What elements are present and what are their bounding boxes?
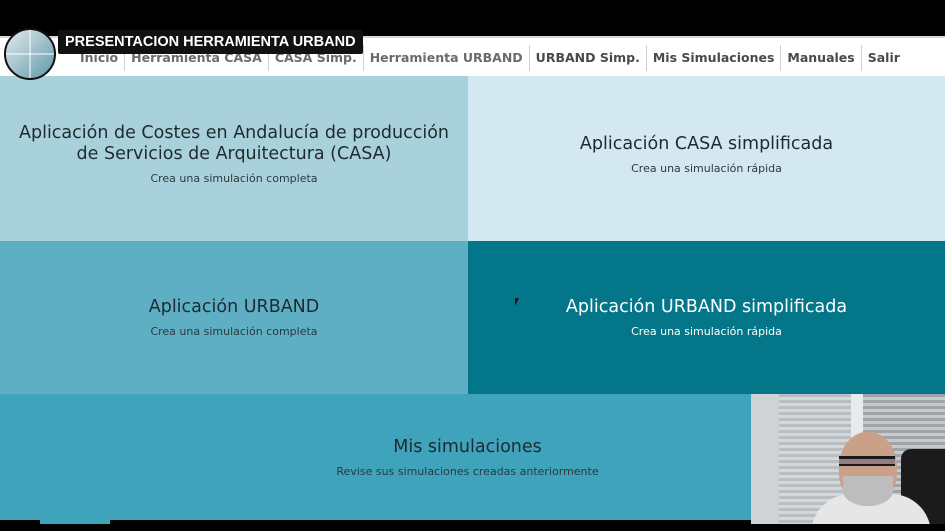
tile-urband-simplificada-subtitle: Crea una simulación rápida [631, 325, 782, 338]
nav-item-manuales[interactable]: Manuales [781, 45, 862, 71]
tile-casa-subtitle: Crea una simulación completa [150, 171, 318, 185]
tile-urband-simplificada-title: Aplicación URBAND simplificada [565, 297, 848, 317]
tile-casa[interactable]: Aplicación de Costes en Andalucía de pro… [0, 76, 468, 241]
nav-item-salir[interactable]: Salir [862, 45, 906, 71]
presenter-glasses [839, 456, 895, 466]
channel-logo-icon [4, 28, 56, 80]
tile-casa-simplificada-subtitle: Crea una simulación rápida [631, 162, 782, 175]
tile-urband-simplificada[interactable]: Aplicación URBAND simplificada Crea una … [468, 241, 945, 394]
tile-casa-simplificada-title: Aplicación CASA simplificada [579, 134, 834, 154]
tile-urband-title: Aplicación URBAND [148, 297, 320, 317]
webcam-overlay [751, 394, 945, 524]
tile-casa-simplificada[interactable]: Aplicación CASA simplificada Crea una si… [468, 76, 945, 241]
tile-mis-simulaciones-subtitle: Revise sus simulaciones creadas anterior… [336, 464, 599, 478]
presenter-beard [843, 476, 893, 506]
mouse-cursor-icon [515, 298, 519, 306]
screen: Inicio Herramienta CASA CASA Simp. Herra… [0, 0, 945, 531]
tile-casa-title: Aplicación de Costes en Andalucía de pro… [19, 122, 449, 164]
tile-mis-simulaciones-title: Mis simulaciones [393, 436, 542, 457]
nav-item-mis-simulaciones[interactable]: Mis Simulaciones [647, 45, 782, 71]
nav-item-urband-simp[interactable]: URBAND Simp. [530, 45, 647, 71]
nav-item-herramienta-urband[interactable]: Herramienta URBAND [364, 45, 530, 71]
tile-urband[interactable]: Aplicación URBAND Crea una simulación co… [0, 241, 468, 394]
tile-urband-subtitle: Crea una simulación completa [150, 325, 318, 338]
bottom-accent [40, 520, 110, 524]
video-title-overlay: PRESENTACION HERRAMIENTA URBAND [58, 30, 363, 54]
